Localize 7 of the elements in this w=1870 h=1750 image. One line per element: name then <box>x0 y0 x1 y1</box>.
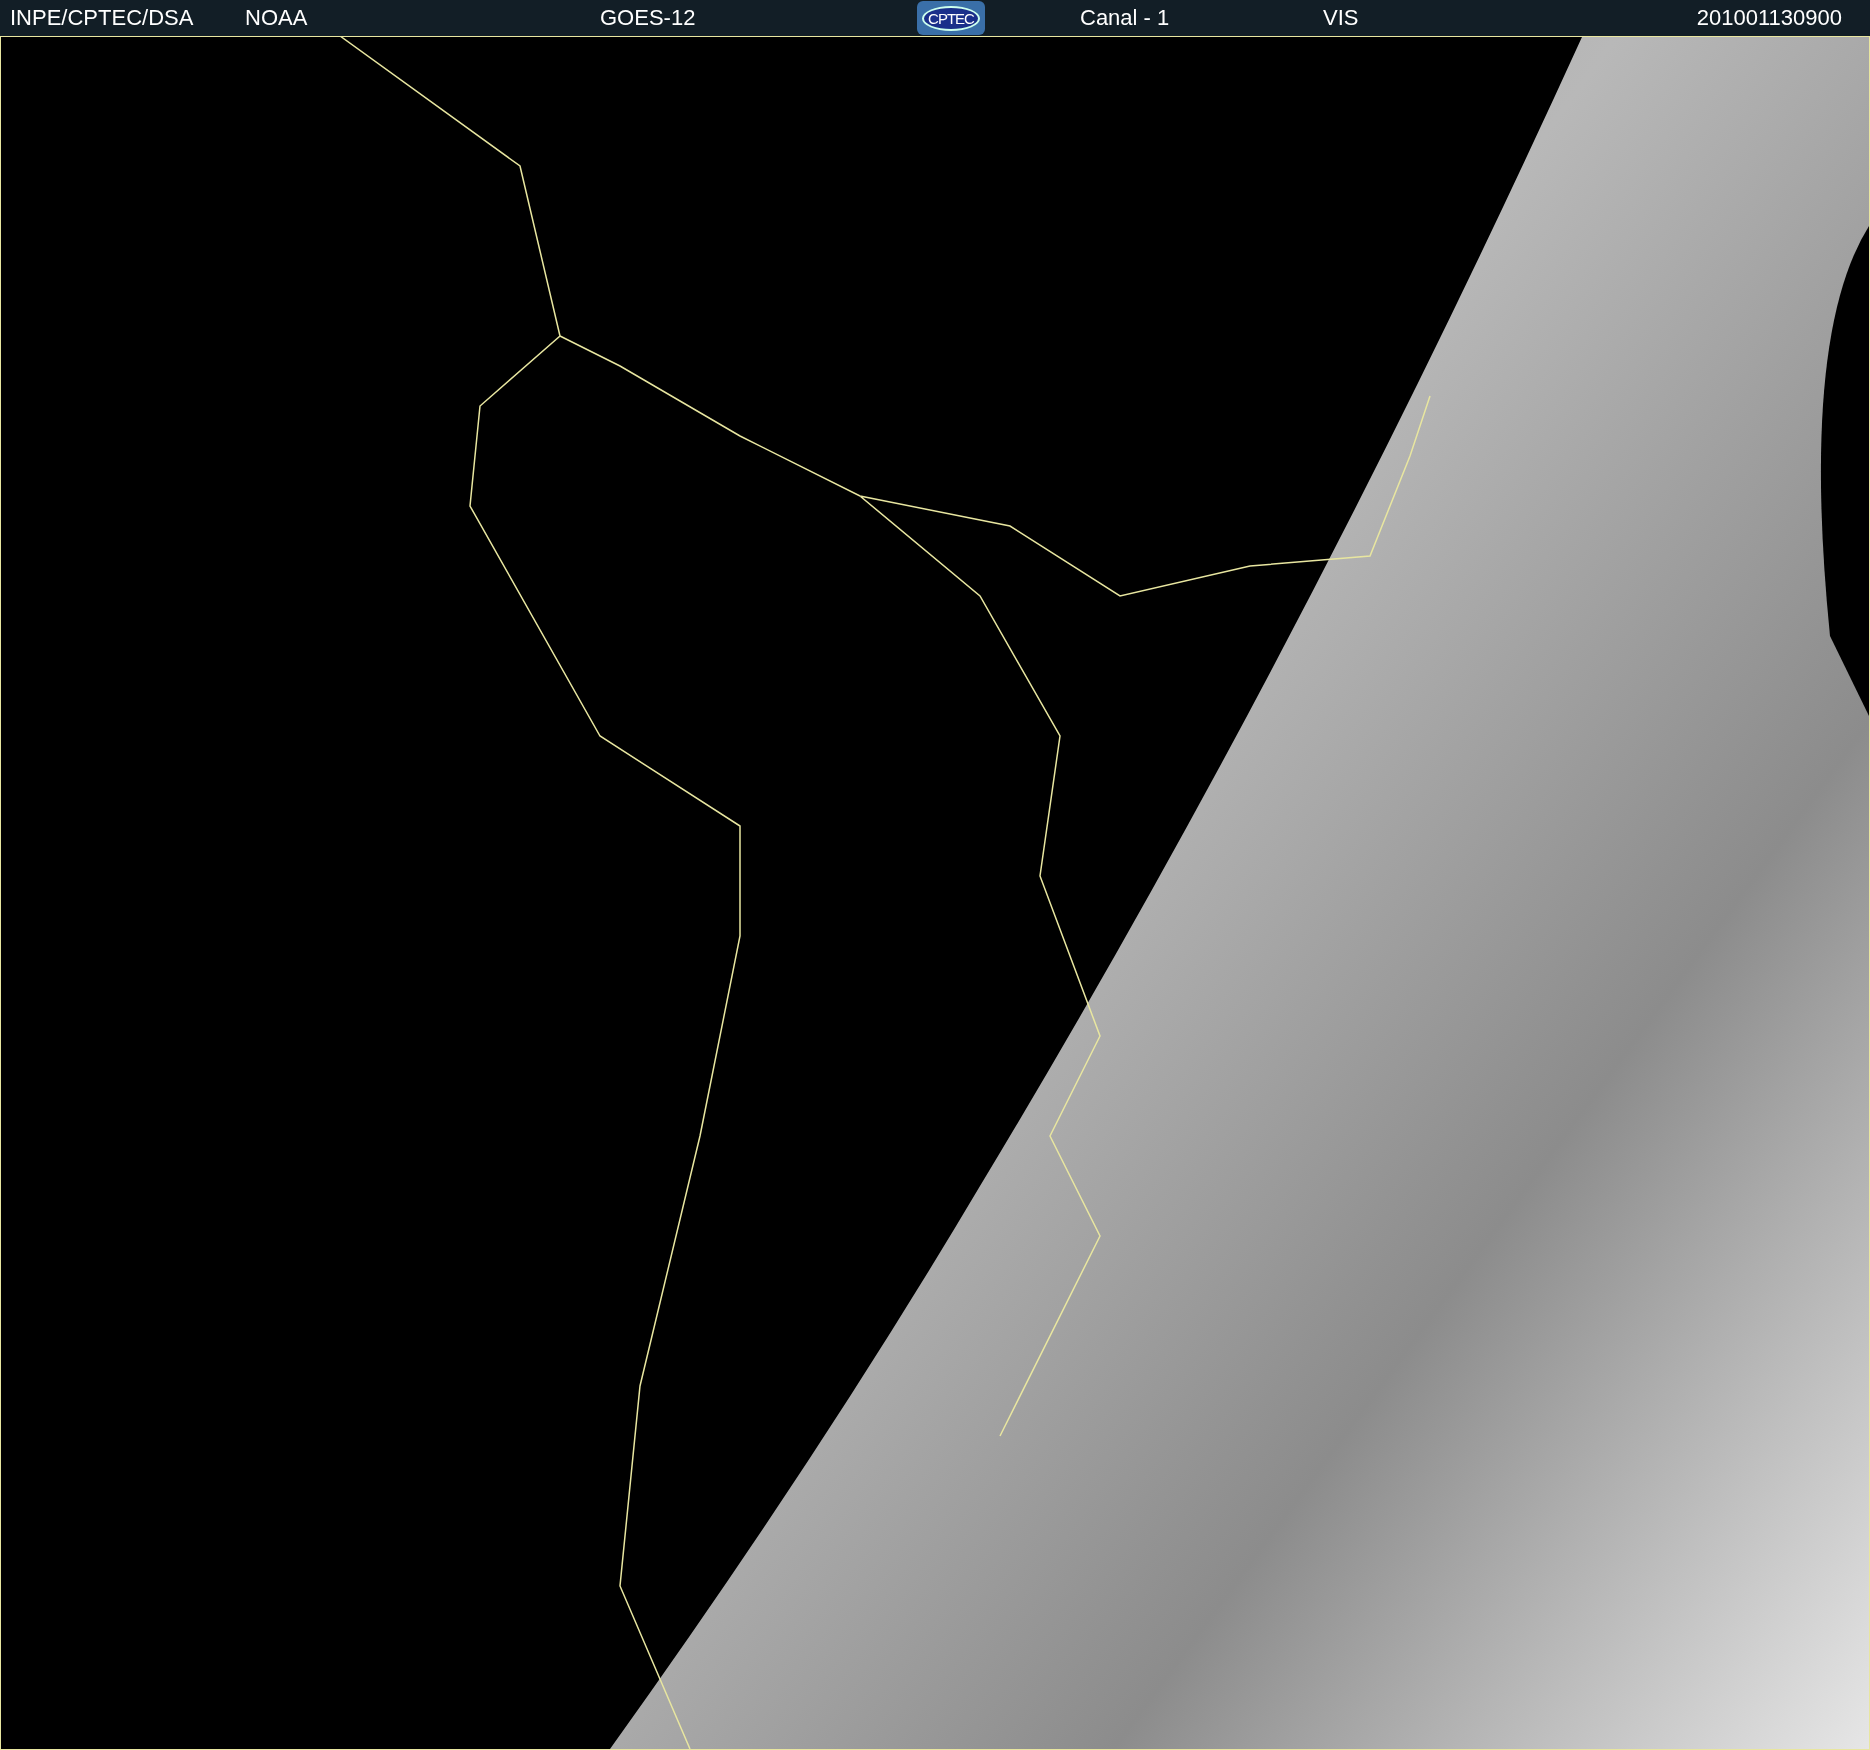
satellite-label: GOES-12 <box>600 5 697 31</box>
agency-label: NOAA <box>245 5 309 31</box>
source-label: INPE/CPTEC/DSA <box>10 5 195 31</box>
timestamp-label: 201001130900 <box>1696 5 1842 31</box>
channel-label: Canal - 1 <box>1080 5 1171 31</box>
band-label: VIS <box>1323 5 1360 31</box>
logo-text: CPTEC <box>922 5 980 31</box>
